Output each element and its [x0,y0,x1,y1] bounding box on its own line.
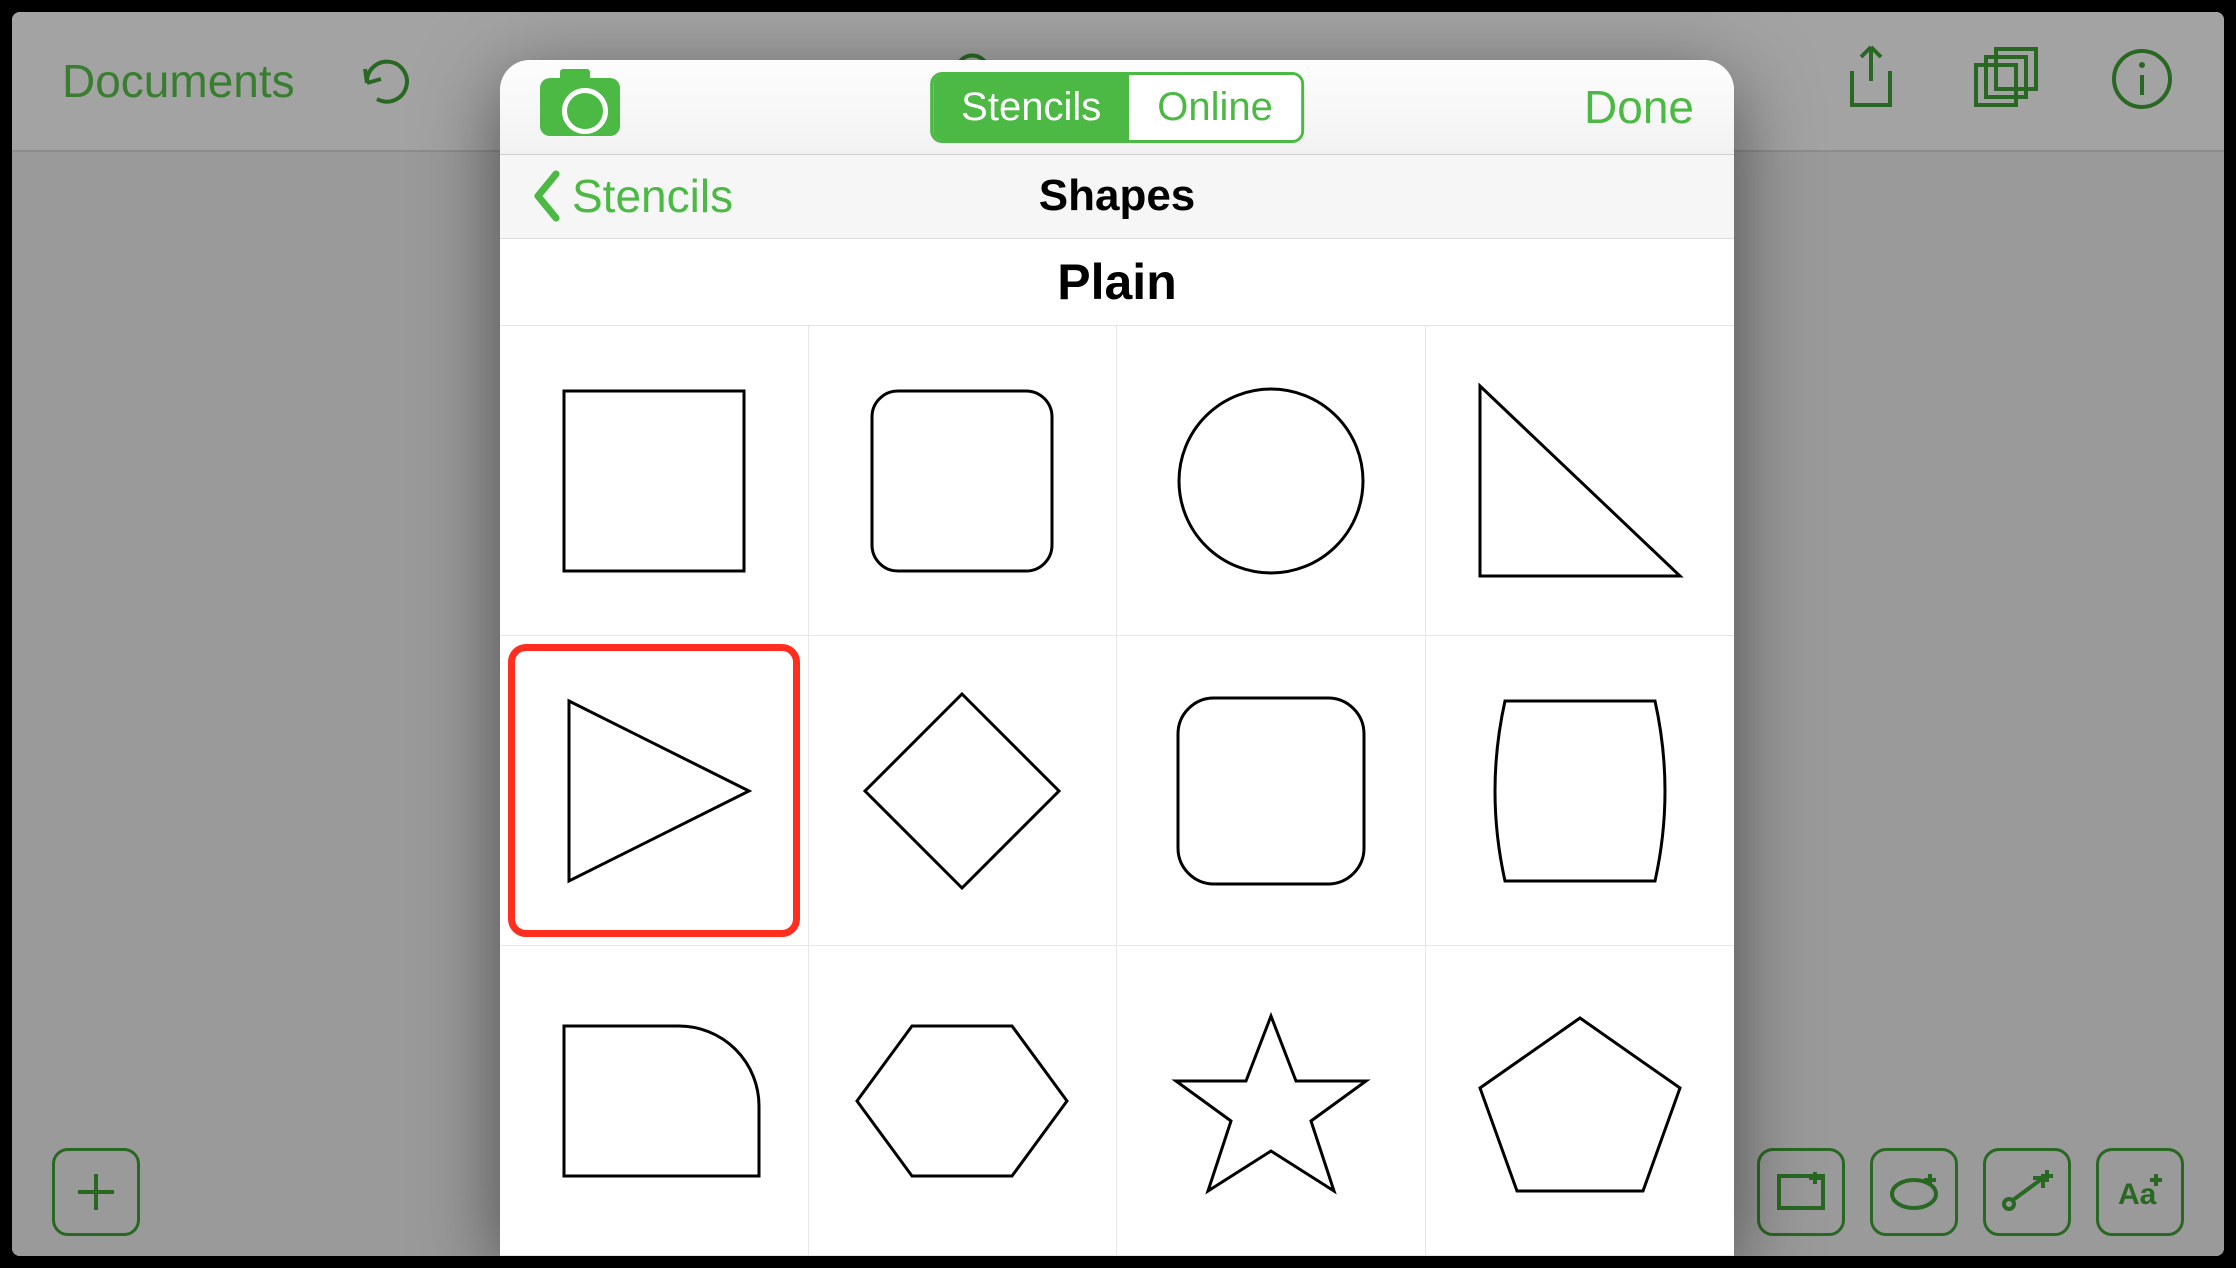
camera-icon[interactable] [540,78,620,136]
segment-online[interactable]: Online [1129,75,1301,140]
shapes-grid [500,326,1734,1256]
back-label: Stencils [572,169,733,223]
nav-title: Shapes [1039,171,1196,221]
stencils-online-segmented-control[interactable]: Stencils Online [930,72,1304,143]
shape-star[interactable] [1117,946,1426,1256]
done-button[interactable]: Done [1584,80,1694,134]
shape-hexagon[interactable] [809,946,1118,1256]
shape-pentagon[interactable] [1426,946,1735,1256]
shape-circle[interactable] [1117,326,1426,636]
chevron-left-icon [530,170,564,222]
stencils-popover: Stencils Online Done Stencils Shapes Pla… [500,60,1734,1256]
shape-rectangle[interactable] [500,326,809,636]
shape-play-triangle[interactable] [500,636,809,946]
shape-rounded-rectangle[interactable] [809,326,1118,636]
popover-header: Stencils Online Done [500,60,1734,155]
back-button[interactable]: Stencils [530,169,733,223]
shape-right-triangle[interactable] [1426,326,1735,636]
shape-rounded-rectangle-large[interactable] [1117,636,1426,946]
section-title: Plain [500,239,1734,326]
shape-diamond[interactable] [809,636,1118,946]
segment-stencils[interactable]: Stencils [933,75,1129,140]
popover-nav: Stencils Shapes [500,155,1734,238]
shape-quarter-round[interactable] [500,946,809,1256]
shape-barrel[interactable] [1426,636,1735,946]
